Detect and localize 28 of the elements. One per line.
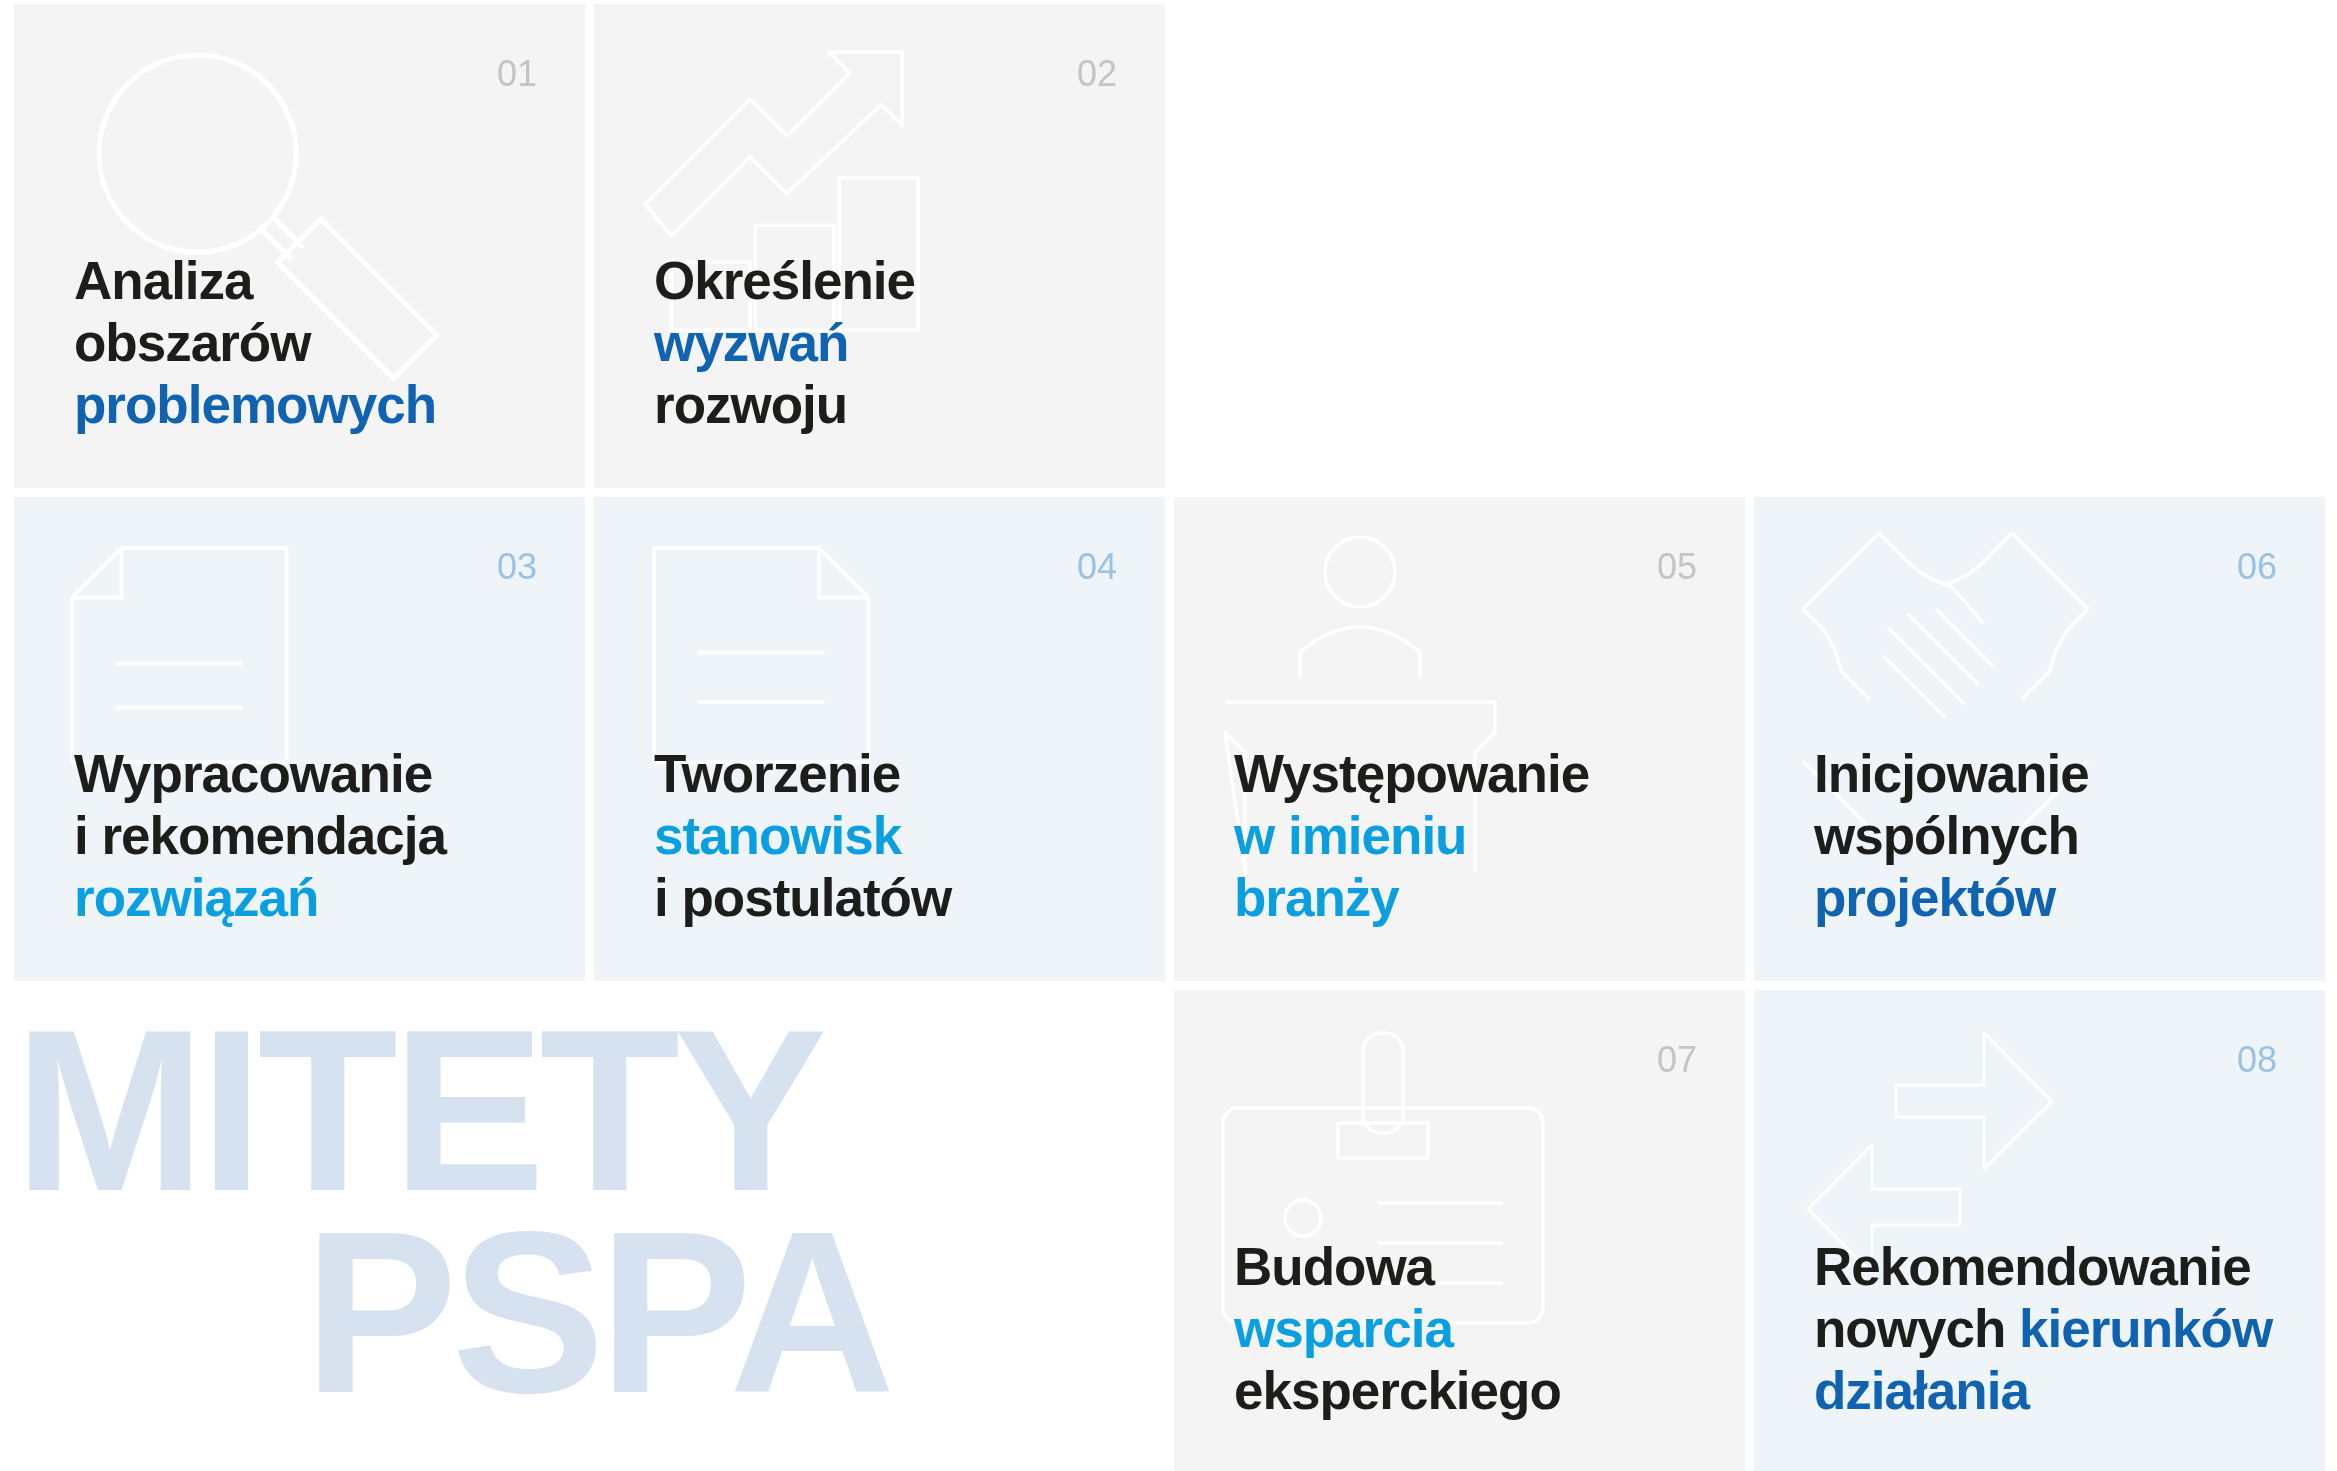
tile-title-line: Określenie: [654, 250, 917, 312]
tile-title-line: rozwoju: [654, 374, 849, 436]
tile-title-line: wyzwań: [654, 312, 850, 374]
tile-title-line: obszarów: [74, 312, 313, 374]
tile-number: 08: [2236, 1042, 2277, 1078]
tile-number: 04: [1076, 549, 1117, 585]
tile-title-line: wsparcia: [1234, 1298, 1455, 1360]
tile-title-line: Budowa: [1234, 1236, 1436, 1298]
tile-title-line: w imieniu: [1234, 805, 1468, 867]
tile-number: 03: [496, 549, 537, 585]
tile-number: 06: [2236, 549, 2277, 585]
tile-title-line: nowych kierunków: [1814, 1298, 2274, 1360]
tile-title-line: wspólnych: [1814, 805, 2080, 867]
tile-title-line: działania: [1814, 1360, 2031, 1422]
tile-title-line: Wypracowanie: [74, 743, 434, 805]
tile-title-line: Występowanie: [1234, 743, 1591, 805]
tile-title-line: Rekomendowanie: [1814, 1236, 2252, 1298]
tile-title-line: i postulatów: [654, 867, 953, 929]
tile-title-line: i rekomendacja: [74, 805, 448, 867]
tile-title-line: projektów: [1814, 867, 2057, 929]
tile-title-line: Analiza: [74, 250, 255, 312]
tile-title-line: stanowisk: [654, 805, 903, 867]
tile-title-line: Inicjowanie: [1814, 743, 2090, 805]
tile-title-line: problemowych: [74, 374, 437, 436]
tile-title-line: eksperckiego: [1234, 1360, 1562, 1422]
tile-title-line: branży: [1234, 867, 1401, 929]
tile-title-line: Tworzenie: [654, 743, 902, 805]
tile-title-line: rozwiązań: [74, 867, 320, 929]
